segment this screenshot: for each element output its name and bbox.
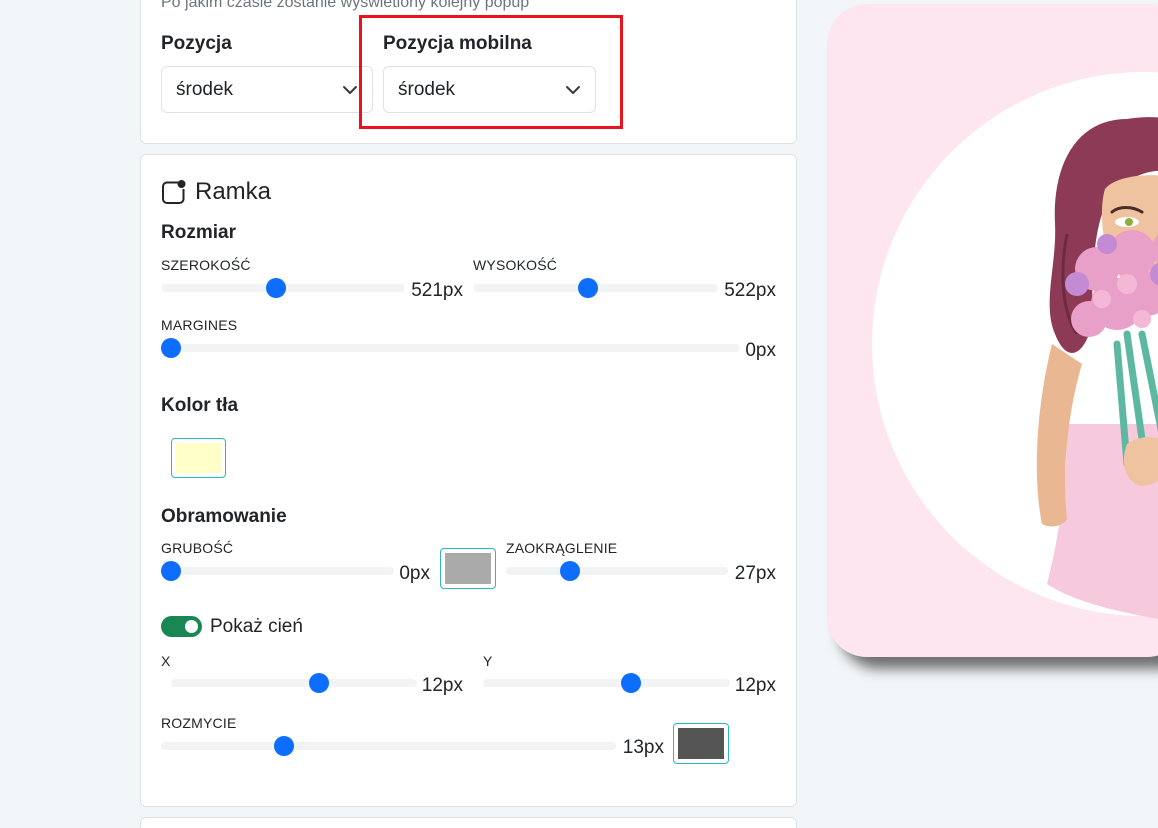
thickness-value: 0px: [399, 563, 430, 584]
height-label: WYSOKOŚĆ: [473, 257, 558, 273]
margin-slider-thumb[interactable]: [161, 338, 181, 358]
mobile-position-select-value: środek: [398, 78, 456, 100]
shadow-y-slider[interactable]: [483, 673, 730, 693]
size-heading: Rozmiar: [161, 222, 236, 243]
margin-value: 0px: [745, 340, 776, 361]
width-slider[interactable]: [161, 278, 405, 298]
blur-slider-thumb[interactable]: [273, 736, 294, 756]
shadow-x-label: X: [161, 653, 171, 669]
frame-title-text: Ramka: [195, 178, 272, 205]
bg-color-heading: Kolor tła: [161, 395, 239, 416]
position-select[interactable]: środek: [161, 66, 373, 113]
shadow-toggle-label[interactable]: Pokaż cień: [210, 616, 303, 638]
shadow-x-slider[interactable]: [171, 673, 417, 693]
shadow-y-value: 12px: [734, 675, 776, 696]
position-select-value: środek: [176, 78, 234, 100]
shadow-x-value: 12px: [421, 675, 463, 696]
shadow-toggle[interactable]: [161, 616, 202, 637]
bg-color-swatch[interactable]: [171, 438, 226, 478]
border-heading: Obramowanie: [161, 506, 287, 527]
width-slider-thumb[interactable]: [265, 278, 286, 298]
shadow-color-preview: [678, 728, 724, 759]
next-section-card: [140, 817, 797, 828]
chevron-down-icon: [566, 85, 580, 94]
thickness-slider-thumb[interactable]: [161, 561, 181, 581]
mobile-position-select[interactable]: środek: [383, 66, 596, 113]
bg-color-preview: [176, 443, 221, 473]
thickness-label: GRUBOŚĆ: [161, 540, 234, 556]
radius-value: 27px: [734, 563, 776, 584]
thickness-slider[interactable]: [161, 561, 394, 581]
height-value: 522px: [724, 280, 776, 301]
margin-slider[interactable]: [161, 338, 740, 358]
shadow-x-slider-thumb[interactable]: [308, 673, 329, 693]
blur-value: 13px: [622, 737, 664, 758]
frame-icon: [162, 180, 186, 204]
chevron-down-icon: [343, 85, 357, 94]
shadow-toggle-knob: [185, 620, 198, 633]
frame-title: Ramka: [161, 178, 271, 206]
blur-slider[interactable]: [161, 736, 616, 756]
height-slider-thumb[interactable]: [578, 278, 599, 298]
width-label: SZEROKOŚĆ: [161, 257, 251, 273]
width-value: 521px: [411, 280, 463, 301]
shadow-color-swatch[interactable]: [673, 723, 729, 764]
woman-with-flowers-illustration: [872, 72, 1158, 619]
shadow-y-label: Y: [483, 653, 493, 669]
radius-slider[interactable]: [506, 561, 728, 581]
position-label: Pozycja: [161, 33, 232, 54]
border-color-preview: [445, 553, 491, 584]
popup-interval-hint: Po jakim czasie zostanie wyświetlony kol…: [161, 0, 530, 11]
border-color-swatch[interactable]: [440, 548, 496, 589]
frame-card: [140, 154, 797, 807]
height-slider[interactable]: [473, 278, 718, 298]
radius-label: ZAOKRĄGLENIE: [506, 540, 618, 556]
popup-preview: [827, 4, 1158, 657]
blur-label: ROZMYCIE: [161, 715, 237, 731]
margin-label: MARGINES: [161, 317, 238, 333]
mobile-position-label: Pozycja mobilna: [383, 33, 532, 54]
